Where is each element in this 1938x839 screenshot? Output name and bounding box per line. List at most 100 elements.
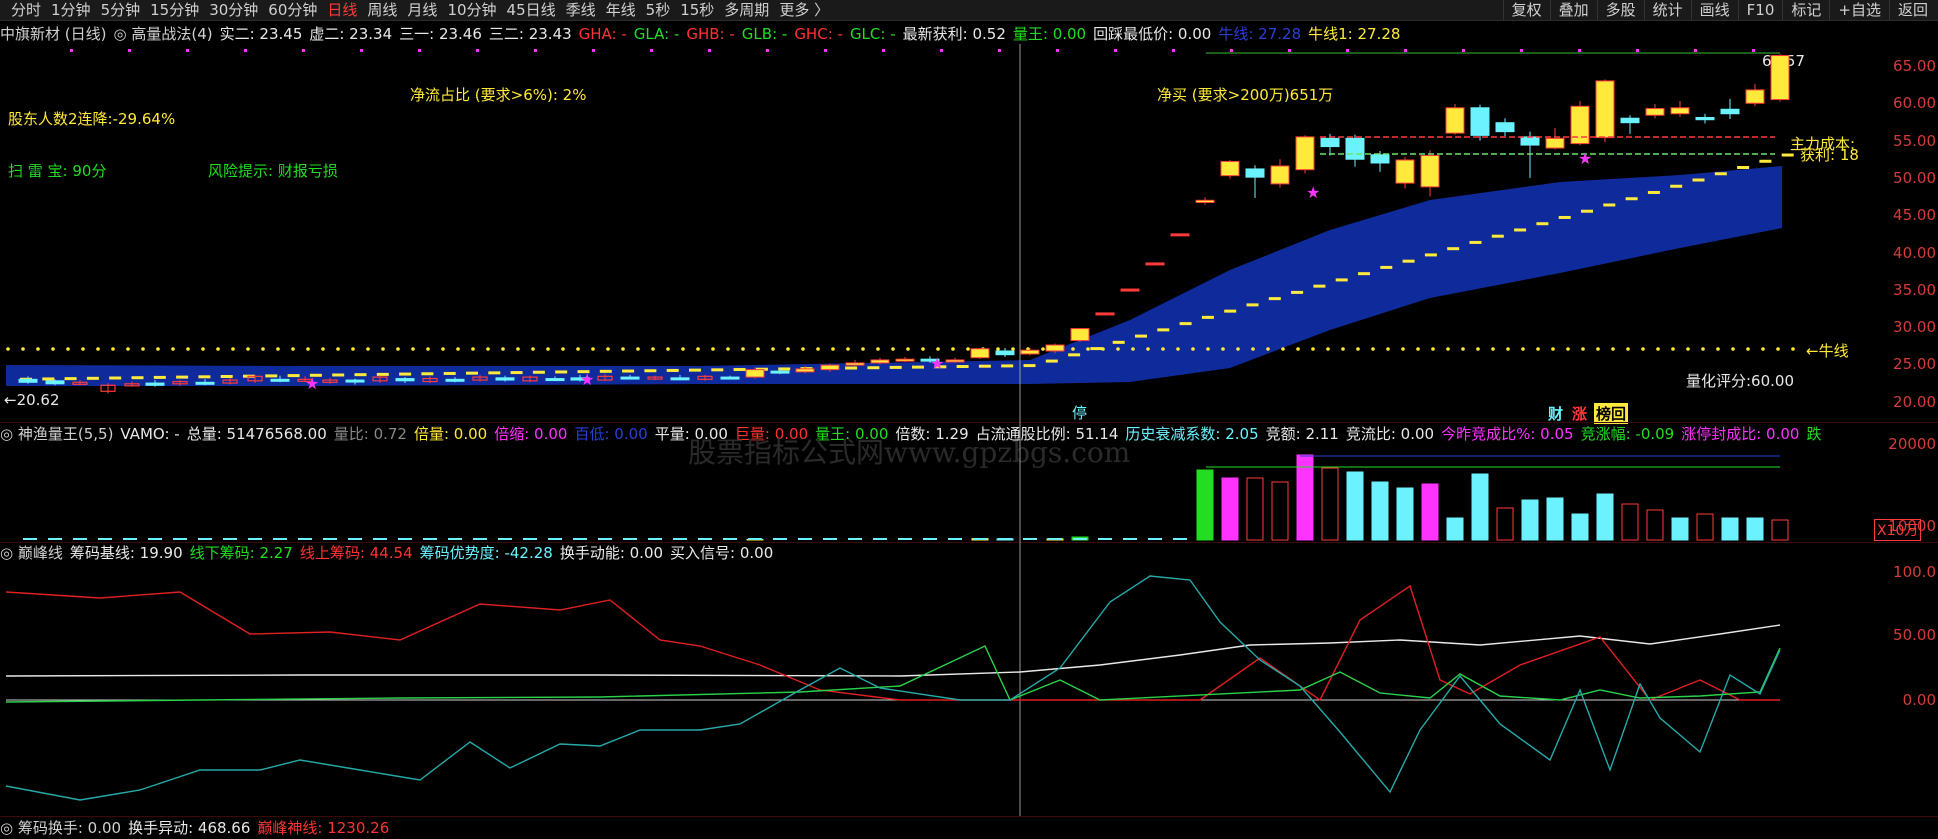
mark-48 — [276, 347, 280, 351]
bottom-indicator-row: ◎ 筹码换手: 0.00 换手异动: 468.66 巅峰神线: 1230.26 — [0, 817, 396, 839]
chip-item-0[interactable]: ◎ 巅峰线 — [0, 542, 63, 564]
bottom-item-0[interactable]: ◎ 筹码换手: 0.00 — [0, 817, 121, 839]
mark-38 — [126, 347, 130, 351]
tool-6[interactable]: 标记 — [1782, 0, 1829, 20]
mark-102 — [1086, 347, 1090, 351]
mark-245 — [195, 381, 215, 385]
tab-4[interactable]: 30分钟 — [204, 0, 263, 20]
support-band — [6, 166, 1782, 386]
mark-231 — [18, 378, 38, 383]
mark-263 — [422, 377, 438, 383]
mark-193 — [978, 364, 991, 368]
tab-9[interactable]: 10分钟 — [442, 0, 501, 20]
tool-0[interactable]: 复权 — [1502, 0, 1550, 20]
mark-116 — [1296, 347, 1300, 351]
mark-3 — [244, 49, 247, 52]
mark-131 — [1521, 347, 1525, 351]
main-item-9: GLB: - — [741, 25, 788, 43]
mark-83 — [801, 347, 805, 351]
mark-269 — [495, 377, 515, 381]
main-item-0[interactable]: 中旗新材 (日线) — [0, 23, 106, 45]
tab-1[interactable]: 1分钟 — [46, 0, 96, 20]
mark-120 — [1356, 347, 1360, 351]
mark-89 — [891, 347, 895, 351]
tab-13[interactable]: 5秒 — [641, 0, 676, 20]
tool-4[interactable]: 画线 — [1690, 0, 1738, 20]
tab-15[interactable]: 多周期 — [719, 0, 774, 20]
mark-127 — [1461, 347, 1465, 351]
mark-18 — [1114, 49, 1117, 52]
tab-6[interactable]: 日线 — [322, 0, 362, 20]
mark-445 — [923, 538, 937, 540]
tool-3[interactable]: 统计 — [1643, 0, 1691, 20]
mark-108 — [1176, 347, 1180, 351]
main-item-13: 量王: 0.00 — [1012, 25, 1087, 43]
tab-11[interactable]: 季线 — [561, 0, 601, 20]
tool-1[interactable]: 叠加 — [1549, 0, 1597, 20]
tool-8[interactable]: 返回 — [1888, 0, 1936, 20]
mark-25 — [1520, 49, 1523, 52]
tool-2[interactable]: 多股 — [1596, 0, 1644, 20]
mark-124 — [1416, 347, 1420, 351]
mark-357 — [1595, 80, 1615, 139]
mark-112 — [1236, 347, 1240, 351]
mark-429 — [523, 538, 537, 540]
mark-1 — [128, 49, 131, 52]
tab-5[interactable]: 60分钟 — [263, 0, 322, 20]
tab-12[interactable]: 年线 — [601, 0, 641, 20]
mark-309 — [995, 350, 1015, 356]
mark-182 — [733, 368, 746, 372]
tool-7[interactable]: +自选 — [1829, 0, 1889, 20]
mark-167 — [399, 372, 412, 376]
tab-10[interactable]: 45日线 — [502, 0, 561, 20]
mark-56 — [396, 347, 400, 351]
mark-55 — [381, 347, 385, 351]
mark-64 — [516, 347, 520, 351]
mark-415 — [173, 538, 187, 540]
mark-277 — [597, 375, 613, 381]
mark-202 — [1179, 322, 1192, 326]
main-item-10: GHC: - — [794, 25, 843, 43]
mark-43 — [201, 347, 205, 351]
mark-433 — [623, 538, 637, 540]
tab-2[interactable]: 5分钟 — [96, 0, 146, 20]
white-line — [5, 624, 1781, 677]
mark-23 — [1404, 49, 1407, 52]
mark-359 — [1620, 117, 1640, 124]
mark-363 — [1670, 107, 1690, 115]
mark-82 — [786, 347, 790, 351]
mark-225 — [1692, 178, 1705, 182]
tab-8[interactable]: 月线 — [402, 0, 442, 20]
tab-16[interactable]: 更多 〉 — [774, 0, 834, 20]
mark-381 — [971, 538, 989, 541]
mark-173 — [532, 370, 545, 374]
tab-7[interactable]: 周线 — [362, 0, 402, 20]
mark-387 — [1246, 477, 1264, 541]
tool-5[interactable]: F10 — [1737, 0, 1783, 20]
tab-14[interactable]: 15秒 — [675, 0, 719, 20]
mark-307 — [970, 348, 990, 359]
mark-58 — [426, 347, 430, 351]
mark-385 — [1196, 469, 1214, 541]
main-item-7: GLA: - — [633, 25, 680, 43]
chip-tick-1: 50.00 — [1893, 626, 1936, 644]
mark-151 — [42, 377, 55, 381]
mark-446 — [948, 538, 962, 540]
tab-0[interactable]: 分时 — [6, 0, 46, 20]
vol-item-0[interactable]: ◎ 神渔量王(5,5) — [0, 423, 113, 445]
mark-163 — [309, 373, 322, 377]
main-item-12: 最新获利: 0.52 — [902, 25, 1006, 43]
mark-170 — [466, 371, 478, 375]
mark-410 — [48, 538, 62, 540]
mark-212 — [1402, 259, 1415, 263]
scan-label: 扫 雷 宝: 90分 — [8, 162, 107, 180]
tab-3[interactable]: 15分钟 — [145, 0, 204, 20]
mark-343 — [1420, 155, 1440, 188]
mark-436 — [698, 538, 712, 540]
mark-96 — [996, 347, 1000, 351]
chart-canvas[interactable]: ★ ★ ★ ★ ★ — [0, 0, 1938, 830]
mark-214 — [1447, 247, 1460, 251]
mark-386 — [1221, 477, 1239, 541]
mark-0 — [70, 49, 73, 52]
mark-279 — [620, 376, 640, 380]
